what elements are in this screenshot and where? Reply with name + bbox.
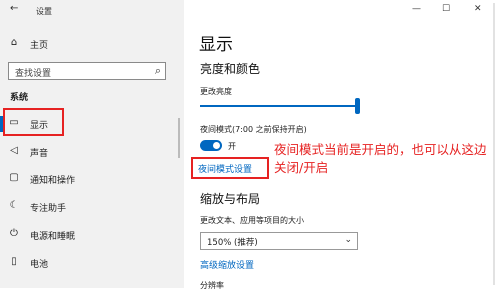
page-title: 显示 (199, 35, 233, 55)
chevron-down-icon: ⌄ (344, 235, 352, 245)
home-icon: ⌂ (10, 37, 18, 48)
maximize-icon[interactable]: ☐ (442, 4, 450, 14)
speaker-icon: ◁ (10, 145, 18, 156)
scale-label: 更改文本、应用等项目的大小 (200, 216, 304, 225)
section-scale-layout: 缩放与布局 (200, 192, 261, 206)
sidebar-scrollbar[interactable] (178, 118, 180, 158)
sidebar-item-battery[interactable]: 电池 (30, 257, 48, 270)
sidebar-item-display[interactable]: 显示 (30, 118, 48, 131)
brightness-label: 更改亮度 (200, 87, 232, 96)
sidebar-item-power[interactable]: 电源和睡眠 (30, 229, 75, 242)
close-icon[interactable]: ✕ (474, 4, 482, 14)
search-icon[interactable]: ⌕ (155, 64, 161, 78)
minimize-icon[interactable]: — (412, 4, 421, 14)
nav-home[interactable]: 主页 (30, 38, 48, 51)
back-arrow-icon[interactable]: ← (10, 3, 18, 14)
toggle-state-label: 开 (228, 142, 236, 151)
monitor-icon: ▭ (9, 117, 19, 128)
sidebar-item-sound[interactable]: 声音 (30, 146, 48, 159)
sidebar: ← 设置 ⌂ 主页 查找设置 ⌕ 系统 ▭ 显示 ◁ 声音 ▢ 通知和操作 ☾ … (0, 0, 184, 288)
sidebar-item-focus[interactable]: 专注助手 (30, 201, 66, 214)
battery-icon: ▯ (11, 256, 17, 267)
window-title: 设置 (36, 7, 52, 16)
sidebar-section-system: 系统 (10, 93, 29, 103)
resolution-label: 分辨率 (200, 281, 224, 290)
toggle-knob (213, 142, 220, 149)
annotation-text: 夜间模式当前是开启的，也可以从这边关闭/开启 (274, 142, 487, 175)
power-icon: ⏻ (10, 228, 18, 239)
night-light-label: 夜间模式(7:00 之前保持开启) (200, 125, 307, 134)
scale-dropdown[interactable]: 150% (推荐) ⌄ (200, 232, 358, 250)
night-light-toggle[interactable] (200, 140, 222, 151)
brightness-slider-thumb[interactable] (355, 98, 360, 114)
scale-dropdown-value: 150% (推荐) (207, 238, 258, 248)
sidebar-item-notifications[interactable]: 通知和操作 (30, 173, 75, 186)
main-panel: — ☐ ✕ 显示 亮度和颜色 更改亮度 夜间模式(7:00 之前保持开启) 开 … (184, 0, 499, 290)
moon-icon: ☾ (9, 200, 19, 211)
search-placeholder: 查找设置 (15, 69, 52, 79)
main-scrollbar[interactable] (493, 3, 495, 285)
brightness-slider[interactable] (200, 105, 358, 107)
section-brightness: 亮度和颜色 (200, 62, 261, 76)
advanced-scaling-link[interactable]: 高级缩放设置 (200, 258, 254, 271)
notification-icon: ▢ (9, 172, 19, 183)
search-input[interactable]: 查找设置 ⌕ (8, 62, 166, 80)
night-light-settings-link[interactable]: 夜间模式设置 (198, 162, 252, 175)
